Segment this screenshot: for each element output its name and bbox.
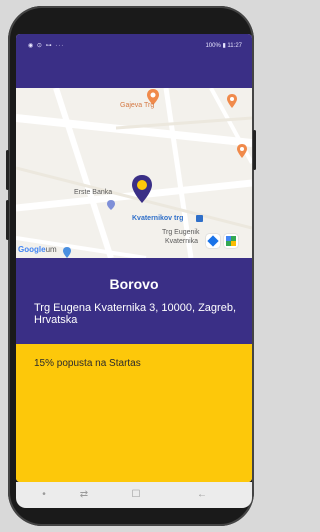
map-label-square: Kvaternikov trg xyxy=(132,215,184,222)
app-screen: ◉ ⊙ ⊶ ··· 100% ▮ 11:27 Gajeva Trg Erste … xyxy=(16,34,252,482)
side-button xyxy=(6,200,9,240)
status-icons: ◉ ⊙ ⊶ ··· xyxy=(28,43,65,49)
store-name: Borovo xyxy=(109,276,159,292)
poi-pin-icon[interactable] xyxy=(62,246,72,258)
map-label-poi: Gajeva Trg xyxy=(120,102,155,109)
poi-pin-icon[interactable] xyxy=(226,93,238,109)
directions-button[interactable] xyxy=(206,234,220,248)
store-location-pin-icon[interactable] xyxy=(131,174,153,204)
google-maps-icon xyxy=(226,236,236,246)
google-logo-suffix: um xyxy=(45,245,57,254)
app-header xyxy=(16,58,252,88)
store-info-panel: Borovo Trg Eugena Kvaternika 3, 10000, Z… xyxy=(16,258,252,344)
store-address: Trg Eugena Kvaternika 3, 10000, Zagreb, … xyxy=(34,302,236,326)
poi-pin-icon[interactable] xyxy=(236,143,248,159)
promo-text: 15% popusta na Startas xyxy=(34,358,141,369)
nav-dot-icon[interactable]: • xyxy=(38,490,50,500)
map-streets xyxy=(16,88,252,258)
transit-stop-icon xyxy=(196,215,203,222)
open-in-maps-button[interactable] xyxy=(224,234,238,248)
map-label-stop-2: Kvaternika xyxy=(165,238,199,245)
side-button xyxy=(6,150,9,190)
recent-apps-icon[interactable]: ⇄ xyxy=(78,490,90,500)
status-battery-time: 100% ▮ 11:27 xyxy=(205,43,242,49)
android-nav-bar: • ⇄ ☐ ← xyxy=(16,482,252,508)
status-bar: ◉ ⊙ ⊶ ··· 100% ▮ 11:27 xyxy=(16,34,252,58)
back-icon[interactable]: ← xyxy=(196,490,208,500)
map-label-bank: Erste Banka xyxy=(74,189,113,196)
map-view[interactable]: Gajeva Trg Erste Banka Kvaternikov trg T… xyxy=(16,88,252,258)
home-icon[interactable]: ☐ xyxy=(130,490,142,500)
side-button xyxy=(253,130,256,170)
directions-icon xyxy=(207,235,219,247)
google-logo: Googleum xyxy=(18,245,57,254)
bank-pin-icon[interactable] xyxy=(106,199,116,211)
map-label-stop: Trg Eugenik xyxy=(162,229,200,236)
google-logo-text: Google xyxy=(18,245,46,254)
promo-panel: 15% popusta na Startas xyxy=(16,344,252,482)
